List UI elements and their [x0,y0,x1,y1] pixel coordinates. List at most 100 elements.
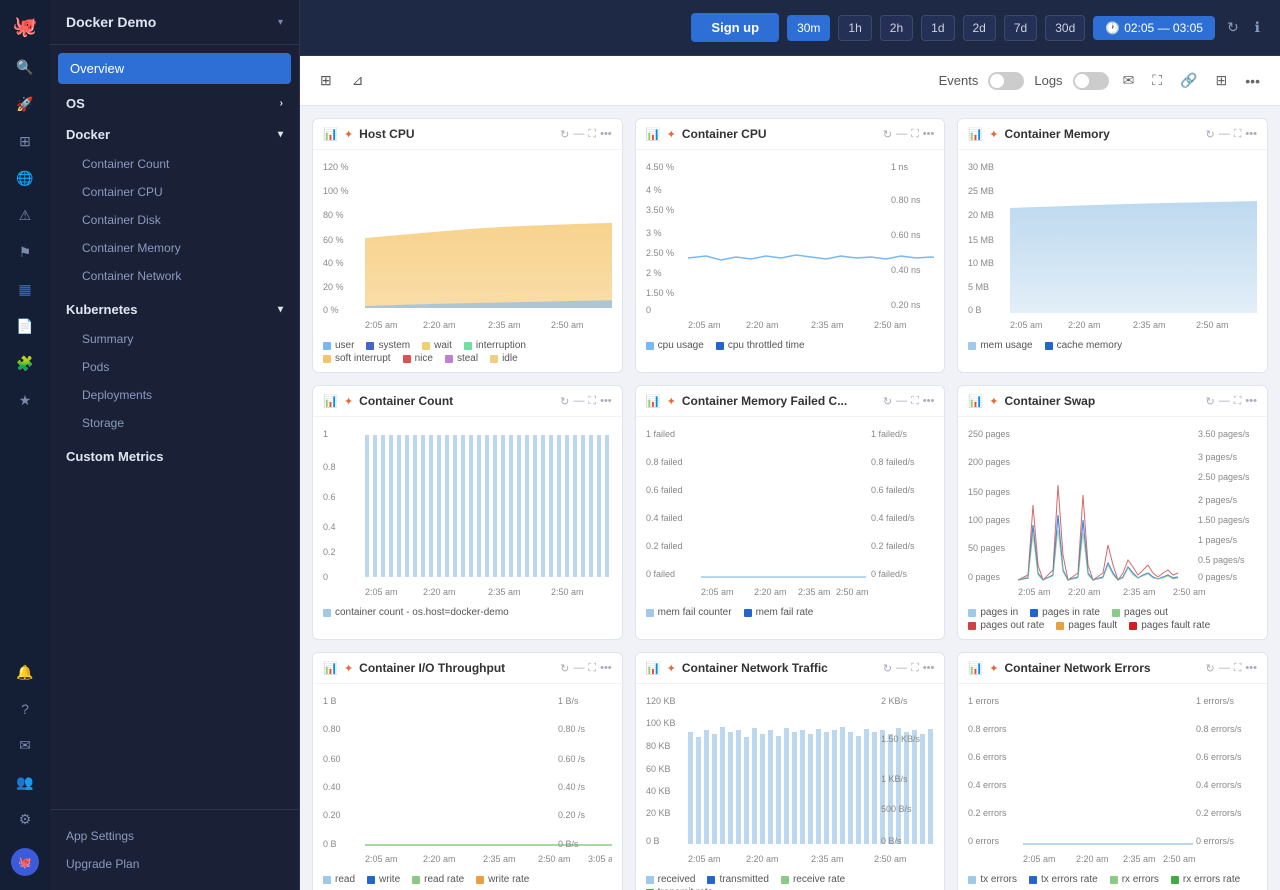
nav-sub-item-storage[interactable]: Storage [50,409,299,437]
svg-text:0.2 failed/s: 0.2 failed/s [871,541,915,551]
chart-more-container-memory-failed[interactable]: ••• [923,395,935,408]
chart-refresh-container-network-errors[interactable]: ↻ [1206,662,1215,675]
chart-expand-container-io[interactable]: ⛶ [588,662,596,675]
grid-icon[interactable]: ⊞ [19,133,31,150]
chart-minimize-container-cpu[interactable]: — [896,128,907,141]
bell-icon[interactable]: 🔔 [16,664,33,681]
nav-item-kubernetes[interactable]: Kubernetes ▾ [50,294,299,325]
chart-more-container-memory[interactable]: ••• [1245,128,1257,141]
nav-sub-item-container-memory[interactable]: Container Memory [50,234,299,262]
svg-text:2:05 am: 2:05 am [365,854,398,864]
more-options-button[interactable]: ••• [1241,69,1264,93]
nav-sub-item-pods[interactable]: Pods [50,353,299,381]
app-settings-link[interactable]: App Settings [66,822,283,850]
info-button[interactable]: ℹ [1251,15,1264,40]
nav-sub-item-container-disk[interactable]: Container Disk [50,206,299,234]
time-btn-7d[interactable]: 7d [1004,15,1037,41]
chart-more-container-network-traffic[interactable]: ••• [923,662,935,675]
dashboard-grid-button[interactable]: ⊞ [316,68,336,93]
globe-icon[interactable]: 🌐 [16,170,33,187]
rocket-icon[interactable]: 🚀 [16,96,33,113]
flag-icon[interactable]: ⚑ [19,244,32,261]
puzzle-icon[interactable]: 🧩 [16,355,33,372]
nav-item-overview[interactable]: Overview [58,53,291,84]
upgrade-plan-link[interactable]: Upgrade Plan [66,850,283,878]
chart-refresh-container-io[interactable]: ↻ [560,662,569,675]
chart-expand-container-memory-failed[interactable]: ⛶ [911,395,919,408]
chart-refresh-container-memory[interactable]: ↻ [1206,128,1215,141]
chart-minimize-container-io[interactable]: — [573,662,584,675]
chart-more-container-swap[interactable]: ••• [1245,395,1257,408]
time-btn-2d[interactable]: 2d [963,15,996,41]
chart-minimize-container-swap[interactable]: — [1219,395,1230,408]
logo-icon: 🐙 [13,14,38,39]
refresh-button[interactable]: ↻ [1223,15,1243,40]
chart-more-host-cpu[interactable]: ••• [600,128,612,141]
logs-toggle[interactable] [1073,72,1109,90]
legend-container-network-traffic: received transmitted receive rate transm… [646,874,935,890]
nav-item-custom-metrics[interactable]: Custom Metrics [50,441,299,472]
alert-icon[interactable]: ⚠ [19,207,32,224]
chart-refresh-container-memory-failed[interactable]: ↻ [883,395,892,408]
puzzle-toolbar-icon[interactable]: ⊞ [1212,68,1232,93]
chart-refresh-container-cpu[interactable]: ↻ [883,128,892,141]
time-btn-2h[interactable]: 2h [880,15,913,41]
time-btn-30d[interactable]: 30d [1045,15,1085,41]
star-icon[interactable]: ★ [19,392,32,409]
user-avatar[interactable]: 🐙 [11,848,39,876]
chart-refresh-container-swap[interactable]: ↻ [1206,395,1215,408]
chart-svg-host-cpu: 120 % 100 % 80 % 60 % 40 % 20 % 0 % 2:05… [323,158,612,333]
chart-more-container-count[interactable]: ••• [600,395,612,408]
file-icon[interactable]: 📄 [16,318,33,335]
chart-expand-container-swap[interactable]: ⛶ [1234,395,1242,408]
chart-svg-container-network-errors: 1 errors 0.8 errors 0.6 errors 0.4 error… [968,692,1257,867]
nav-sub-item-container-network[interactable]: Container Network [50,262,299,290]
time-range-button[interactable]: 🕐 02:05 — 03:05 [1093,16,1215,40]
search-icon[interactable]: 🔍 [16,59,33,76]
fullscreen-icon[interactable]: ⛶ [1148,68,1166,93]
chart-expand-host-cpu[interactable]: ⛶ [588,128,596,141]
events-toggle[interactable] [988,72,1024,90]
time-btn-1h[interactable]: 1h [838,15,871,41]
svg-text:0.60 ns: 0.60 ns [891,230,921,240]
nav-sub-item-summary[interactable]: Summary [50,325,299,353]
chart-svg-container-network-traffic: 120 KB 100 KB 80 KB 60 KB 40 KB 20 KB 0 … [646,692,935,867]
chart-refresh-container-count[interactable]: ↻ [560,395,569,408]
link-icon[interactable]: 🔗 [1176,68,1201,93]
chart-expand-container-network-errors[interactable]: ⛶ [1234,662,1242,675]
mail-icon[interactable]: ✉ [19,737,31,754]
chart-minimize-container-count[interactable]: — [573,395,584,408]
chart-minimize-container-memory-failed[interactable]: — [896,395,907,408]
nav-sub-item-deployments[interactable]: Deployments [50,381,299,409]
filter-button[interactable]: ⊿ [348,68,368,93]
settings-icon[interactable]: ⚙ [19,811,32,828]
upgrade-plan-label: Upgrade Plan [66,857,139,871]
signup-button[interactable]: Sign up [691,13,779,42]
chart-expand-container-network-traffic[interactable]: ⛶ [911,662,919,675]
chart-refresh-container-network-traffic[interactable]: ↻ [883,662,892,675]
chart-more-container-io[interactable]: ••• [600,662,612,675]
mail-toolbar-icon[interactable]: ✉ [1119,68,1139,93]
chart-expand-container-cpu[interactable]: ⛶ [911,128,919,141]
chart-more-container-network-errors[interactable]: ••• [1245,662,1257,675]
chart-refresh-host-cpu[interactable]: ↻ [560,128,569,141]
time-btn-1d[interactable]: 1d [921,15,954,41]
chart-minimize-host-cpu[interactable]: — [573,128,584,141]
chart-minimize-container-network-traffic[interactable]: — [896,662,907,675]
time-btn-30m[interactable]: 30m [787,15,830,41]
chart-minimize-container-network-errors[interactable]: — [1219,662,1230,675]
chart-expand-container-count[interactable]: ⛶ [588,395,596,408]
chart-expand-container-memory[interactable]: ⛶ [1234,128,1242,141]
nav-sub-item-container-count[interactable]: Container Count [50,150,299,178]
chart-minimize-container-memory[interactable]: — [1219,128,1230,141]
server-icon[interactable]: ▦ [18,281,31,298]
help-icon[interactable]: ? [21,701,29,717]
chart-more-container-cpu[interactable]: ••• [923,128,935,141]
team-icon[interactable]: 👥 [16,774,33,791]
nav-item-os[interactable]: OS › [50,88,299,119]
svg-text:40 KB: 40 KB [646,786,671,796]
docker-label: Docker [66,127,110,142]
nav-sub-item-container-cpu[interactable]: Container CPU [50,178,299,206]
nav-item-docker[interactable]: Docker ▾ [50,119,299,150]
chart-title-container-swap: Container Swap [1005,394,1200,408]
